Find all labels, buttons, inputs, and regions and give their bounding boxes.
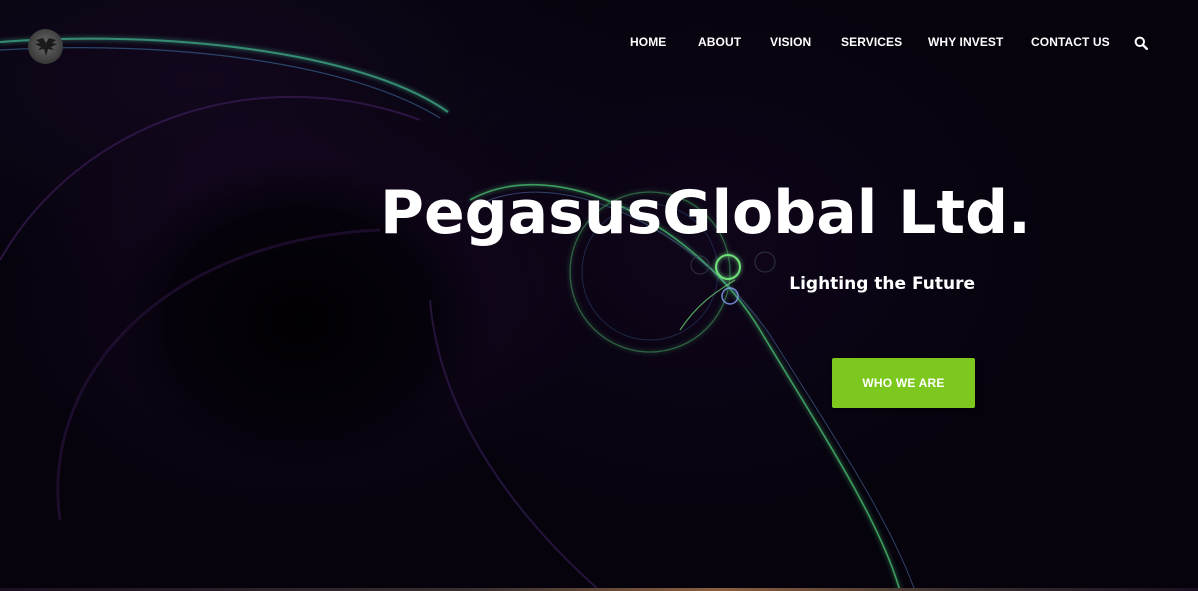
hero-section: HOME ABOUT VISION SERVICES WHY INVEST CO…: [0, 0, 1198, 591]
nav-item-contact-us[interactable]: CONTACT US: [1031, 35, 1110, 49]
who-we-are-button[interactable]: WHO WE ARE: [832, 358, 975, 408]
winged-logo-icon: [34, 37, 57, 56]
search-icon[interactable]: [1134, 36, 1148, 50]
hero-tagline: Lighting the Future: [789, 274, 975, 294]
hero-title: PegasusGlobal Ltd.: [380, 178, 1031, 248]
company-logo[interactable]: [28, 29, 63, 64]
background-fractal-art: [0, 37, 916, 591]
nav-item-about[interactable]: ABOUT: [698, 35, 741, 49]
nav-item-vision[interactable]: VISION: [770, 35, 811, 49]
nav-item-services[interactable]: SERVICES: [841, 35, 902, 49]
nav-item-home[interactable]: HOME: [630, 35, 666, 49]
nav-item-why-invest[interactable]: WHY INVEST: [928, 35, 1003, 49]
main-nav: HOME ABOUT VISION SERVICES WHY INVEST CO…: [614, 35, 1170, 53]
